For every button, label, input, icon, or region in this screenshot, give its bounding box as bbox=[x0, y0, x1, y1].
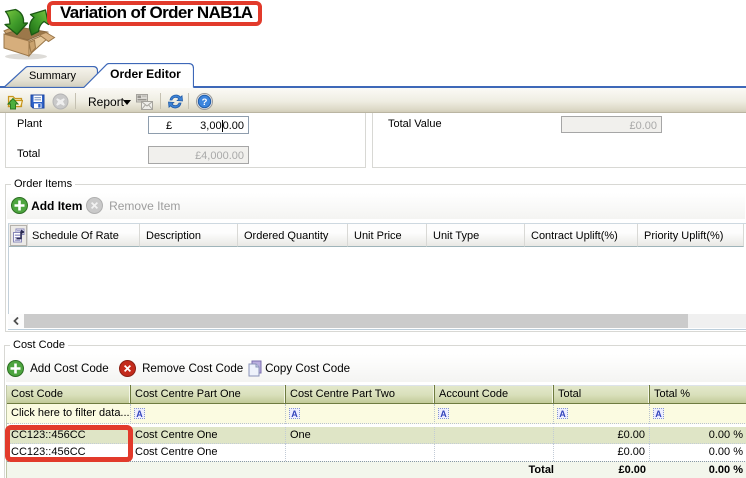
svg-text:?: ? bbox=[202, 97, 208, 108]
